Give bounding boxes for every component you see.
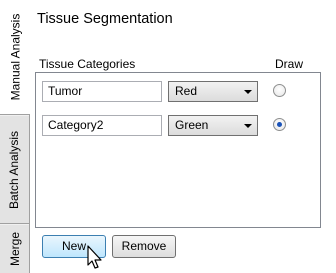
category-row: Tumor Red [36,81,320,105]
category-name-input[interactable]: Category2 [42,115,162,136]
category-row: Category2 Green [36,115,320,139]
tab-label: Manual Analysis [8,13,22,101]
tab-merge[interactable]: Merge [0,225,29,273]
draw-header: Draw [275,57,304,71]
draw-radio[interactable] [273,118,286,131]
remove-button[interactable]: Remove [112,235,176,258]
vertical-tab-strip: Manual Analysis Batch Analysis Merge [0,0,30,273]
dropdown-arrow-icon [244,90,252,94]
category-name-input[interactable]: Tumor [42,81,162,102]
dropdown-arrow-icon [244,124,252,128]
panel-title: Tissue Segmentation [37,11,173,27]
tab-batch-analysis[interactable]: Batch Analysis [0,116,29,224]
mouse-pointer-icon [87,245,102,269]
tab-label: Batch Analysis [7,130,22,209]
draw-radio[interactable] [273,84,286,97]
tissue-categories-header: Tissue Categories [39,57,136,71]
tab-label: Merge [7,231,22,267]
combo-value: Green [175,118,209,132]
category-list[interactable]: Tumor Red Category2 Green [35,72,321,228]
tab-manual-analysis[interactable]: Manual Analysis [0,0,30,115]
category-color-select[interactable]: Green [168,115,258,136]
category-color-select[interactable]: Red [168,81,258,102]
combo-value: Red [175,84,198,98]
